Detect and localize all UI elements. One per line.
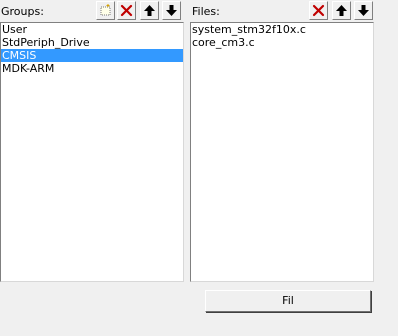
group-list-item[interactable]: StdPeriph_Drive: [1, 36, 183, 49]
groups-listbox[interactable]: User StdPeriph_Drive CMSIS MDK-ARM: [0, 22, 184, 282]
groups-label: Groups:: [1, 5, 44, 18]
delete-x-icon: [120, 4, 133, 17]
move-group-down-button[interactable]: [162, 1, 181, 20]
arrow-down-icon: [166, 5, 177, 16]
add-files-button[interactable]: Fil: [205, 290, 371, 312]
arrow-down-icon: [358, 5, 369, 16]
move-file-down-button[interactable]: [354, 1, 373, 20]
group-list-item[interactable]: User: [1, 23, 183, 36]
arrow-up-icon: [336, 5, 347, 16]
new-item-icon: [100, 4, 111, 16]
files-listbox[interactable]: system_stm32f10x.c core_cm3.c: [190, 22, 374, 282]
delete-group-button[interactable]: [117, 1, 136, 20]
files-label: Files:: [192, 5, 220, 18]
group-list-item[interactable]: MDK-ARM: [1, 62, 183, 75]
new-group-button[interactable]: [96, 1, 115, 20]
move-group-up-button[interactable]: [140, 1, 159, 20]
delete-file-button[interactable]: [309, 1, 328, 20]
group-list-item[interactable]: CMSIS: [1, 49, 183, 62]
arrow-up-icon: [144, 5, 155, 16]
move-file-up-button[interactable]: [332, 1, 351, 20]
file-list-item[interactable]: core_cm3.c: [191, 36, 373, 49]
file-list-item[interactable]: system_stm32f10x.c: [191, 23, 373, 36]
delete-x-icon: [312, 4, 325, 17]
